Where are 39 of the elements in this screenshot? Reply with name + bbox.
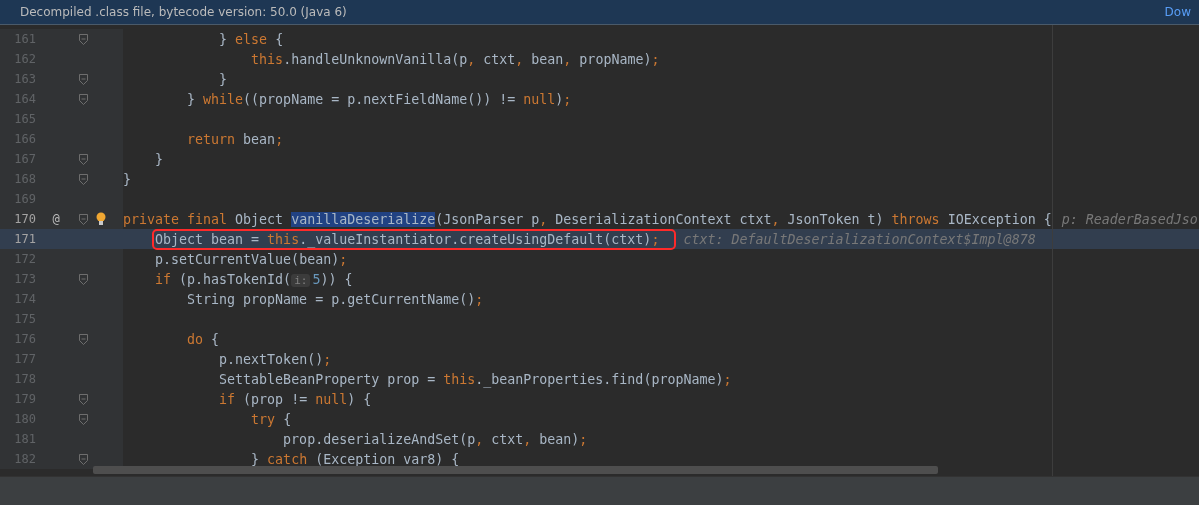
code-line: } while((propName = p.nextFieldName()) != null); <box>187 91 572 107</box>
code-line: if (p.hasTokenId( i: 5)) { <box>155 271 353 287</box>
fold-icon[interactable] <box>79 453 88 465</box>
fold-icon[interactable] <box>79 393 88 405</box>
code-line: } catch (Exception var8) { <box>251 451 460 467</box>
code-line: Object bean = this._valueInstantiator.createUsingDefault(ctxt); <box>155 231 674 247</box>
lightbulb-icon[interactable] <box>96 212 106 226</box>
line-number: 170 <box>13 212 36 226</box>
code-line: if (prop != null) { <box>219 391 372 407</box>
fold-icon[interactable] <box>79 273 88 285</box>
code-line: p.nextToken(); <box>219 351 332 367</box>
override-marker[interactable]: @ <box>52 212 60 226</box>
code-line: p.setCurrentValue(bean); <box>155 251 348 267</box>
code-line: try { <box>251 411 292 427</box>
code-line: this.handleUnknownVanilla(p, ctxt, bean, propName); <box>251 51 660 67</box>
code-line: return bean; <box>187 131 284 147</box>
fold-icon[interactable] <box>79 333 88 345</box>
fold-icon[interactable] <box>79 33 88 45</box>
code-line: } else { <box>219 31 284 47</box>
inline-value-hint: p: ReaderBasedJso <box>1061 211 1198 227</box>
code-line: private final Object vanillaDeserialize(JsonParser p, DeserializationContext ctxt, JsonToken t) throws IOException { <box>123 211 1052 227</box>
inline-value-hint: ctxt: DefaultDeserializationContext$Impl@878 <box>683 231 1036 247</box>
fold-icon[interactable] <box>79 93 88 105</box>
fold-icon[interactable] <box>79 413 88 425</box>
decompiled-notice: Decompiled .class file, bytecode version: 50.0 (Java 6) <box>20 5 347 19</box>
code-line: String propName = p.getCurrentName(); <box>187 291 484 307</box>
code-line: do { <box>187 331 220 347</box>
code-line: } <box>219 71 228 87</box>
download-link[interactable]: Dow <box>1164 5 1191 19</box>
fold-icon[interactable] <box>79 73 88 85</box>
fold-icon[interactable] <box>79 173 88 185</box>
code-line: } <box>155 151 164 167</box>
fold-icon[interactable] <box>79 153 88 165</box>
code-line: prop.deserializeAndSet(p, ctxt, bean); <box>283 431 588 447</box>
fold-icon[interactable] <box>79 213 88 225</box>
code-line: } <box>123 171 131 187</box>
code-line: SettableBeanProperty prop = this._beanProperties.find(propName); <box>219 371 732 387</box>
line-number: 171 <box>13 232 36 246</box>
horizontal-scrollbar[interactable] <box>93 466 938 474</box>
